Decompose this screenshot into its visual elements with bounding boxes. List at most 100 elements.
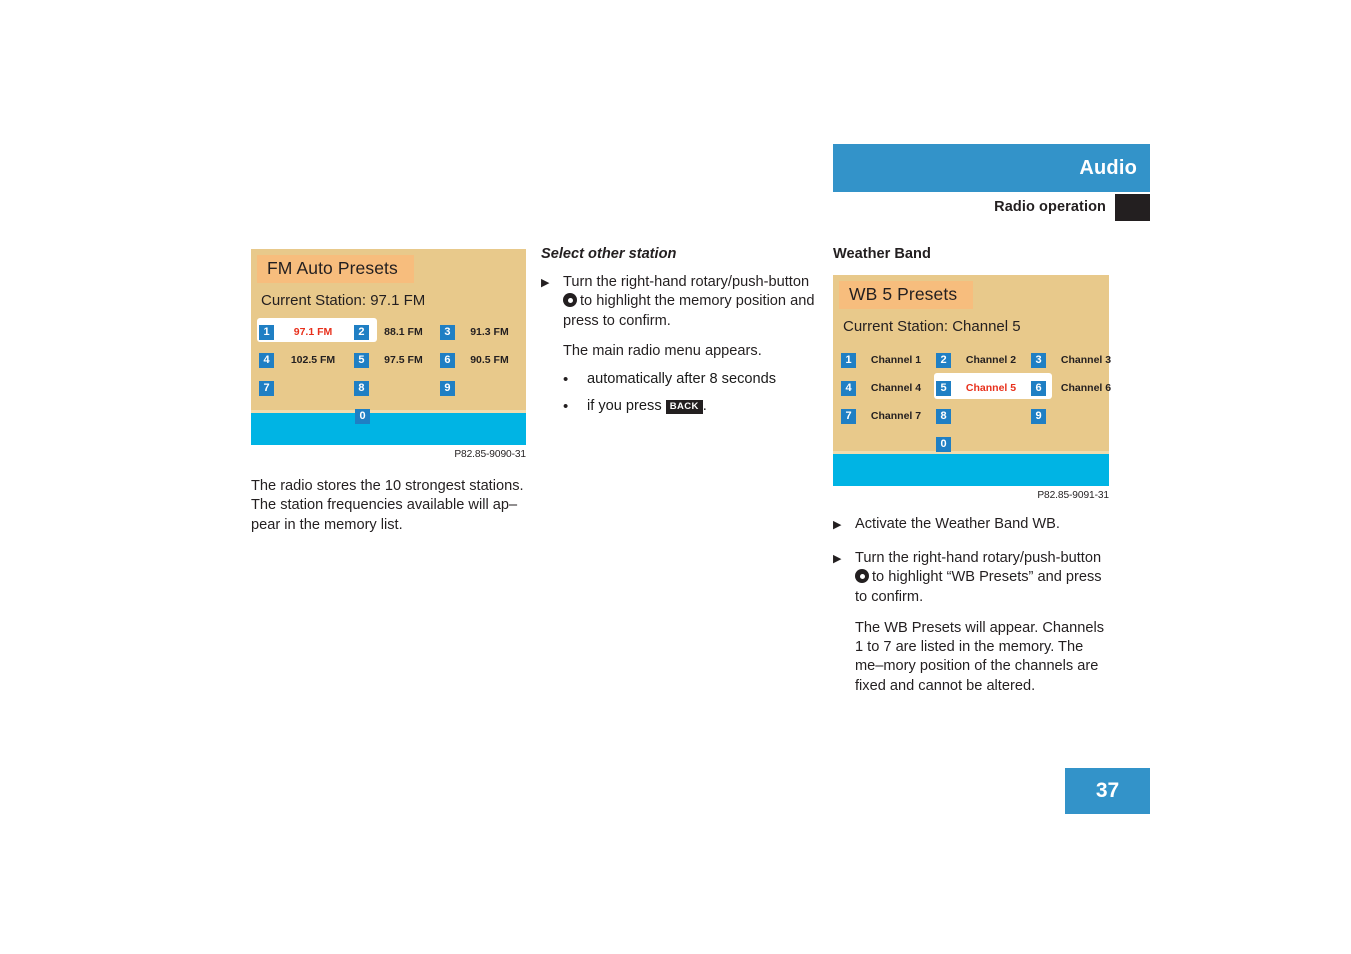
preset-value: Channel 4 <box>870 382 922 394</box>
step-text-part1: Turn the right-hand rotary/push-button <box>563 274 810 290</box>
right-column: Weather Band WB 5 Presets Current Statio… <box>833 246 1111 705</box>
preset-cell-6[interactable]: 6 90.5 FM <box>439 352 526 368</box>
preset-cell-2[interactable]: 2 Channel 2 <box>936 352 1031 368</box>
wb-screen-titlebar: WB 5 Presets <box>839 281 974 309</box>
preset-value: 91.3 FM <box>470 326 509 338</box>
preset-cell-9[interactable]: 9 <box>439 380 526 396</box>
preset-number-badge[interactable]: 3 <box>1031 352 1046 368</box>
preset-value: Channel 2 <box>965 354 1017 366</box>
preset-value: Channel 5 <box>965 382 1017 394</box>
step-text: Activate the Weather Band WB. <box>855 516 1060 532</box>
preset-number-badge[interactable]: 6 <box>439 352 455 368</box>
preset-row: 1 Channel 1 2 Channel 2 3 Channel 3 <box>841 348 1111 372</box>
preset-number-badge[interactable]: 2 <box>353 324 369 340</box>
preset-number-badge[interactable]: 6 <box>1031 380 1046 396</box>
preset-number-badge[interactable]: 9 <box>1031 408 1046 424</box>
preset-cell-7[interactable]: 7 <box>259 380 354 396</box>
preset-number-badge[interactable]: 2 <box>936 352 951 368</box>
preset-row: 7 Channel 7 8 9 <box>841 404 1109 428</box>
wb-preset-grid: 1 Channel 1 2 Channel 2 3 Channel 3 4 Ch… <box>841 348 1111 456</box>
preset-value: Channel 3 <box>1060 354 1112 366</box>
wb-presets-result: The WB Presets will appear. Channels 1 t… <box>855 619 1105 694</box>
preset-cell-8[interactable]: 8 <box>353 380 440 396</box>
preset-cell-7[interactable]: 7 Channel 7 <box>841 408 936 424</box>
fm-screen-status-bar <box>251 410 526 445</box>
preset-number-badge[interactable]: 3 <box>439 324 455 340</box>
step-item: ▶ Turn the right-hand rotary/push-button… <box>541 273 826 331</box>
wb-screen-title: WB 5 Presets <box>849 284 958 304</box>
step-text-part2: to highlight the memory position and pre… <box>563 293 815 329</box>
fm-current-station: Current Station: 97.1 FM <box>261 292 426 309</box>
preset-cell-8[interactable]: 8 <box>936 408 1031 424</box>
select-other-station-heading: Select other station <box>541 246 677 262</box>
preset-number-badge[interactable]: 5 <box>353 352 369 368</box>
preset-number-badge[interactable]: 8 <box>936 408 951 424</box>
preset-number-badge[interactable]: 4 <box>841 380 856 396</box>
preset-number-badge[interactable]: 5 <box>936 380 951 396</box>
step-item: ▶ Activate the Weather Band WB. <box>833 515 1109 535</box>
rotary-push-button-icon <box>563 293 577 308</box>
preset-number-badge[interactable]: 0 <box>936 436 951 452</box>
preset-row: 4 102.5 FM 5 97.5 FM 6 90.5 FM <box>259 348 526 372</box>
left-column: FM Auto Presets Current Station: 97.1 FM… <box>251 249 526 535</box>
preset-cell-4[interactable]: 4 102.5 FM <box>259 352 354 368</box>
step-text: Turn the right-hand rotary/push-button to… <box>563 273 826 331</box>
preset-cell-6[interactable]: 6 Channel 6 <box>1031 380 1126 396</box>
preset-cell-3[interactable]: 3 Channel 3 <box>1031 352 1126 368</box>
weather-band-heading: Weather Band <box>833 246 931 262</box>
wb-presets-screen: WB 5 Presets Current Station: Channel 5 … <box>833 275 1111 486</box>
preset-cell-5[interactable]: 5 Channel 5 <box>936 380 1031 396</box>
preset-number-badge[interactable]: 1 <box>259 324 274 340</box>
list-item: • automatically after 8 seconds <box>563 370 826 389</box>
preset-value: 88.1 FM <box>384 326 423 338</box>
preset-number-badge[interactable]: 7 <box>841 408 856 424</box>
preset-cell-9[interactable]: 9 <box>1031 408 1126 424</box>
header-subtitle-row: Radio operation <box>833 192 1150 222</box>
preset-value: 97.5 FM <box>384 354 423 366</box>
bullet-icon: • <box>563 371 569 389</box>
step-text-part1: Turn the right-hand rotary/push-button <box>855 550 1102 566</box>
preset-number-badge[interactable]: 0 <box>355 408 370 424</box>
step-text-part2: to highlight “WB Presets” and press to c… <box>855 569 1102 605</box>
fm-auto-presets-screen: FM Auto Presets Current Station: 97.1 FM… <box>251 249 526 445</box>
step-arrow-icon: ▶ <box>541 277 550 289</box>
bullet-text-before: if you press <box>587 398 666 415</box>
header-tab-marker <box>1115 193 1150 221</box>
preset-number-badge[interactable]: 7 <box>259 380 274 396</box>
back-key-icon[interactable]: BACK <box>665 400 703 415</box>
preset-number-badge[interactable]: 9 <box>439 380 455 396</box>
preset-value: 102.5 FM <box>290 354 336 366</box>
preset-number-badge[interactable]: 4 <box>259 352 274 368</box>
rotary-push-button-icon <box>855 569 869 584</box>
fm-screen-title: FM Auto Presets <box>267 258 398 278</box>
main-radio-menu-result: The main radio menu appears. <box>563 342 762 359</box>
wb-screen-status-bar <box>833 451 1109 486</box>
preset-cell-2[interactable]: 2 88.1 FM <box>353 324 440 340</box>
list-item: • if you press BACK. <box>563 397 826 416</box>
header-title: Audio <box>1079 156 1137 179</box>
preset-cell-4[interactable]: 4 Channel 4 <box>841 380 936 396</box>
step-arrow-icon: ▶ <box>833 519 842 531</box>
preset-row: 4 Channel 4 5 Channel 5 6 Channel 6 <box>841 373 1111 400</box>
header-subtitle: Radio operation <box>994 199 1106 215</box>
middle-column: Select other station ▶ Turn the right-ha… <box>541 246 826 425</box>
bullet-text-after: . <box>702 398 707 415</box>
preset-cell-1[interactable]: 1 Channel 1 <box>841 352 936 368</box>
preset-cell-5[interactable]: 5 97.5 FM <box>353 352 440 368</box>
header-bar: Audio <box>833 144 1150 192</box>
preset-cell-0[interactable]: 0 <box>936 436 1031 452</box>
page-number: 37 <box>1095 779 1120 802</box>
preset-value: Channel 1 <box>870 354 922 366</box>
preset-value: Channel 7 <box>870 410 922 422</box>
step-text: Turn the right-hand rotary/push-button to… <box>855 549 1109 607</box>
preset-value: 97.1 FM <box>293 326 333 338</box>
preset-number-badge[interactable]: 8 <box>353 380 369 396</box>
page-header: Audio Radio operation <box>833 144 1150 222</box>
preset-number-badge[interactable]: 1 <box>841 352 856 368</box>
fm-caption: The radio stores the 10 strongest statio… <box>251 478 524 533</box>
page-number-box: 37 <box>1065 768 1150 814</box>
preset-cell-3[interactable]: 3 91.3 FM <box>439 324 526 340</box>
preset-value: 90.5 FM <box>470 354 509 366</box>
wb-figure-code: P82.85-9091-31 <box>1037 490 1109 501</box>
preset-cell-1[interactable]: 1 97.1 FM <box>259 324 354 340</box>
